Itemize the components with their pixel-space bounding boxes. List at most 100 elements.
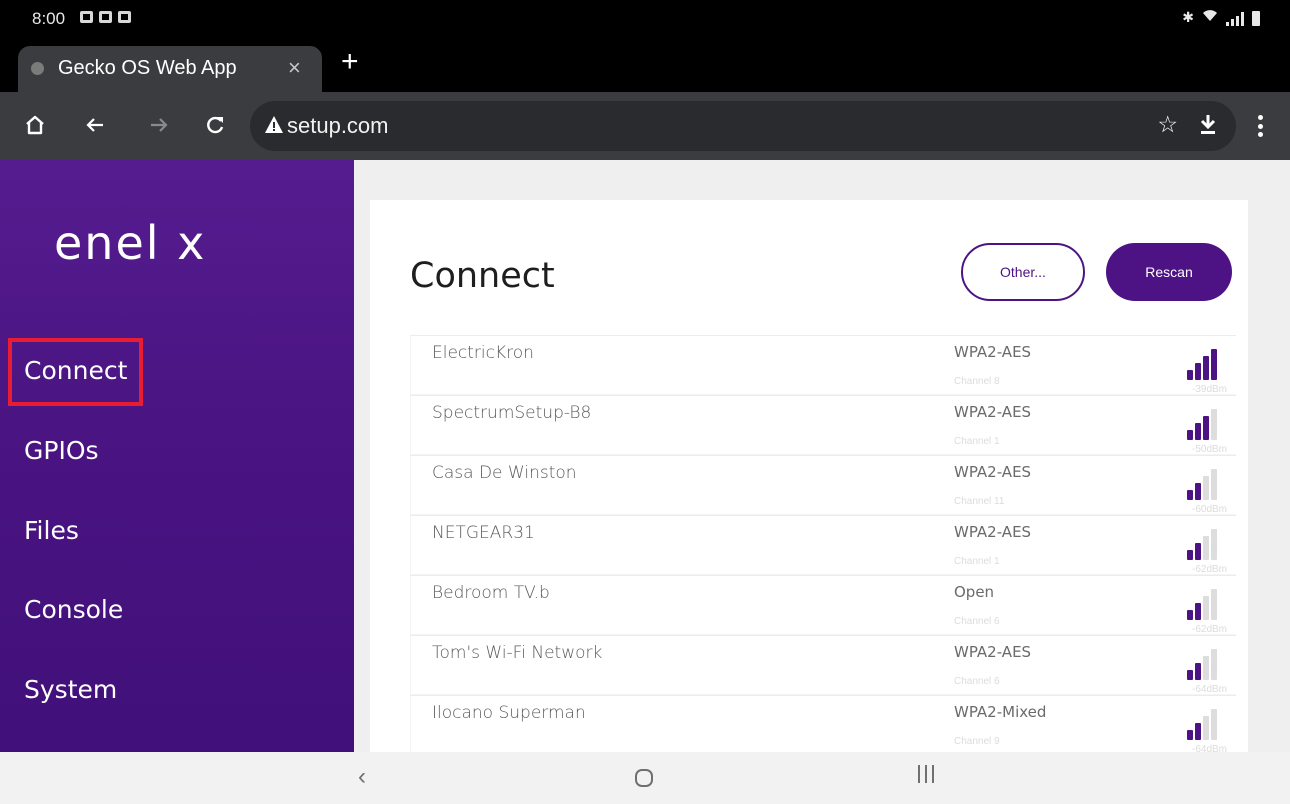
network-rssi: -64dBm bbox=[1191, 744, 1227, 752]
signal-bar bbox=[1195, 723, 1201, 740]
signal-bar bbox=[1195, 663, 1201, 680]
signal-bar bbox=[1211, 649, 1217, 680]
signal-bar bbox=[1203, 416, 1209, 440]
home-nav-icon[interactable] bbox=[635, 769, 653, 787]
back-button[interactable] bbox=[80, 110, 110, 140]
connect-panel: Connect Other... Rescan ElectricKron WPA… bbox=[370, 200, 1248, 752]
tab-strip: Gecko OS Web App × + bbox=[0, 36, 1290, 92]
signal-bar bbox=[1187, 370, 1193, 380]
signal-strength-icon: -50dBm bbox=[1177, 406, 1227, 455]
network-row[interactable]: ElectricKron WPA2-AES Channel 8 -39dBm bbox=[410, 335, 1236, 395]
reload-button[interactable] bbox=[200, 110, 230, 140]
signal-bar bbox=[1187, 490, 1193, 500]
network-security: WPA2-AES bbox=[954, 463, 1032, 481]
back-arrow-icon bbox=[86, 118, 103, 132]
network-rssi: -62dBm bbox=[1191, 624, 1227, 635]
network-security: WPA2-AES bbox=[954, 403, 1032, 421]
signal-bar bbox=[1195, 483, 1201, 500]
network-row[interactable]: NETGEAR31 WPA2-AES Channel 1 -62dBm bbox=[410, 515, 1236, 575]
rescan-button[interactable]: Rescan bbox=[1106, 243, 1232, 301]
favicon-icon bbox=[31, 62, 44, 75]
back-nav-icon[interactable]: ‹ bbox=[358, 763, 366, 791]
signal-bar bbox=[1203, 536, 1209, 560]
network-ssid: ElectricKron bbox=[432, 343, 534, 363]
home-icon bbox=[26, 115, 44, 135]
bookmark-star-icon[interactable]: ☆ bbox=[1157, 111, 1178, 138]
network-channel: Channel 6 bbox=[954, 616, 1000, 627]
warning-icon bbox=[264, 115, 284, 139]
download-icon[interactable] bbox=[1198, 113, 1218, 140]
signal-bar bbox=[1195, 543, 1201, 560]
sidebar-item-gpios[interactable]: GPIOs bbox=[24, 436, 99, 465]
signal-bar bbox=[1211, 529, 1217, 560]
cell-signal-icon bbox=[1226, 12, 1244, 26]
network-ssid: Bedroom TV.b bbox=[432, 583, 550, 603]
network-row[interactable]: Ilocano Superman WPA2-Mixed Channel 9 -6… bbox=[410, 695, 1236, 752]
network-row[interactable]: Casa De Winston WPA2-AES Channel 11 -60d… bbox=[410, 455, 1236, 515]
network-ssid: SpectrumSetup-B8 bbox=[432, 403, 592, 423]
reload-icon bbox=[207, 116, 224, 134]
network-row[interactable]: Bedroom TV.b Open Channel 6 -62dBm bbox=[410, 575, 1236, 635]
browser-tab[interactable]: Gecko OS Web App × bbox=[18, 46, 322, 92]
network-channel: Channel 1 bbox=[954, 556, 1000, 567]
forward-arrow-icon bbox=[151, 118, 168, 132]
signal-bar bbox=[1195, 603, 1201, 620]
sidebar-item-connect[interactable]: Connect bbox=[24, 356, 127, 385]
signal-strength-icon: -62dBm bbox=[1177, 526, 1227, 575]
network-ssid: Casa De Winston bbox=[432, 463, 577, 483]
signal-bar bbox=[1203, 656, 1209, 680]
signal-bar bbox=[1203, 716, 1209, 740]
signal-bar bbox=[1187, 430, 1193, 440]
system-navigation-bar: ‹ bbox=[0, 752, 1290, 804]
system-status-icons: ✱ bbox=[1182, 8, 1260, 26]
sidebar-item-system[interactable]: System bbox=[24, 675, 117, 704]
signal-bar bbox=[1195, 423, 1201, 440]
network-channel: Channel 1 bbox=[954, 436, 1000, 447]
tab-title: Gecko OS Web App bbox=[58, 57, 237, 79]
more-options-icon[interactable] bbox=[1250, 111, 1270, 141]
signal-bar bbox=[1187, 670, 1193, 680]
new-tab-button[interactable]: + bbox=[341, 47, 359, 77]
signal-strength-icon: -62dBm bbox=[1177, 586, 1227, 635]
address-bar[interactable]: setup.com ☆ bbox=[250, 101, 1236, 151]
url-text: setup.com bbox=[287, 113, 389, 138]
network-security: WPA2-AES bbox=[954, 343, 1032, 361]
sidebar-item-console[interactable]: Console bbox=[24, 595, 123, 624]
signal-bar bbox=[1187, 730, 1193, 740]
status-bar: 8:00 ✱ bbox=[0, 0, 1290, 36]
signal-bar bbox=[1211, 349, 1217, 380]
signal-strength-icon: -60dBm bbox=[1177, 466, 1227, 515]
network-row[interactable]: Tom's Wi-Fi Network WPA2-AES Channel 6 -… bbox=[410, 635, 1236, 695]
network-channel: Channel 6 bbox=[954, 676, 1000, 687]
recent-apps-icon[interactable] bbox=[918, 765, 934, 783]
signal-bar bbox=[1187, 550, 1193, 560]
home-button[interactable] bbox=[20, 110, 50, 140]
network-rssi: -64dBm bbox=[1191, 684, 1227, 695]
signal-bar bbox=[1211, 589, 1217, 620]
network-channel: Channel 9 bbox=[954, 736, 1000, 747]
status-time: 8:00 bbox=[32, 9, 66, 28]
network-row[interactable]: SpectrumSetup-B8 WPA2-AES Channel 1 -50d… bbox=[410, 395, 1236, 455]
signal-bar bbox=[1195, 363, 1201, 380]
signal-strength-icon: -64dBm bbox=[1177, 646, 1227, 695]
other-network-button[interactable]: Other... bbox=[961, 243, 1085, 301]
app-notification-icon bbox=[118, 11, 131, 23]
web-page: enel x Connect GPIOs Files Console Syste… bbox=[0, 160, 1290, 752]
network-rssi: -62dBm bbox=[1191, 564, 1227, 575]
network-list: ElectricKron WPA2-AES Channel 8 -39dBm S… bbox=[410, 335, 1236, 752]
notification-icons bbox=[80, 11, 131, 23]
close-tab-icon[interactable]: × bbox=[288, 55, 301, 81]
bluetooth-icon: ✱ bbox=[1182, 9, 1194, 25]
enel-x-logo: enel x bbox=[54, 216, 207, 270]
network-rssi: -60dBm bbox=[1191, 504, 1227, 515]
network-rssi: -50dBm bbox=[1191, 444, 1227, 455]
signal-bar bbox=[1203, 356, 1209, 380]
network-security: WPA2-AES bbox=[954, 523, 1032, 541]
network-rssi: -39dBm bbox=[1191, 384, 1227, 395]
signal-strength-icon: -39dBm bbox=[1177, 346, 1227, 395]
signal-bar bbox=[1211, 409, 1217, 440]
battery-icon bbox=[1252, 11, 1260, 26]
signal-bar bbox=[1187, 610, 1193, 620]
sidebar-item-files[interactable]: Files bbox=[24, 516, 79, 545]
forward-button[interactable] bbox=[144, 110, 174, 140]
